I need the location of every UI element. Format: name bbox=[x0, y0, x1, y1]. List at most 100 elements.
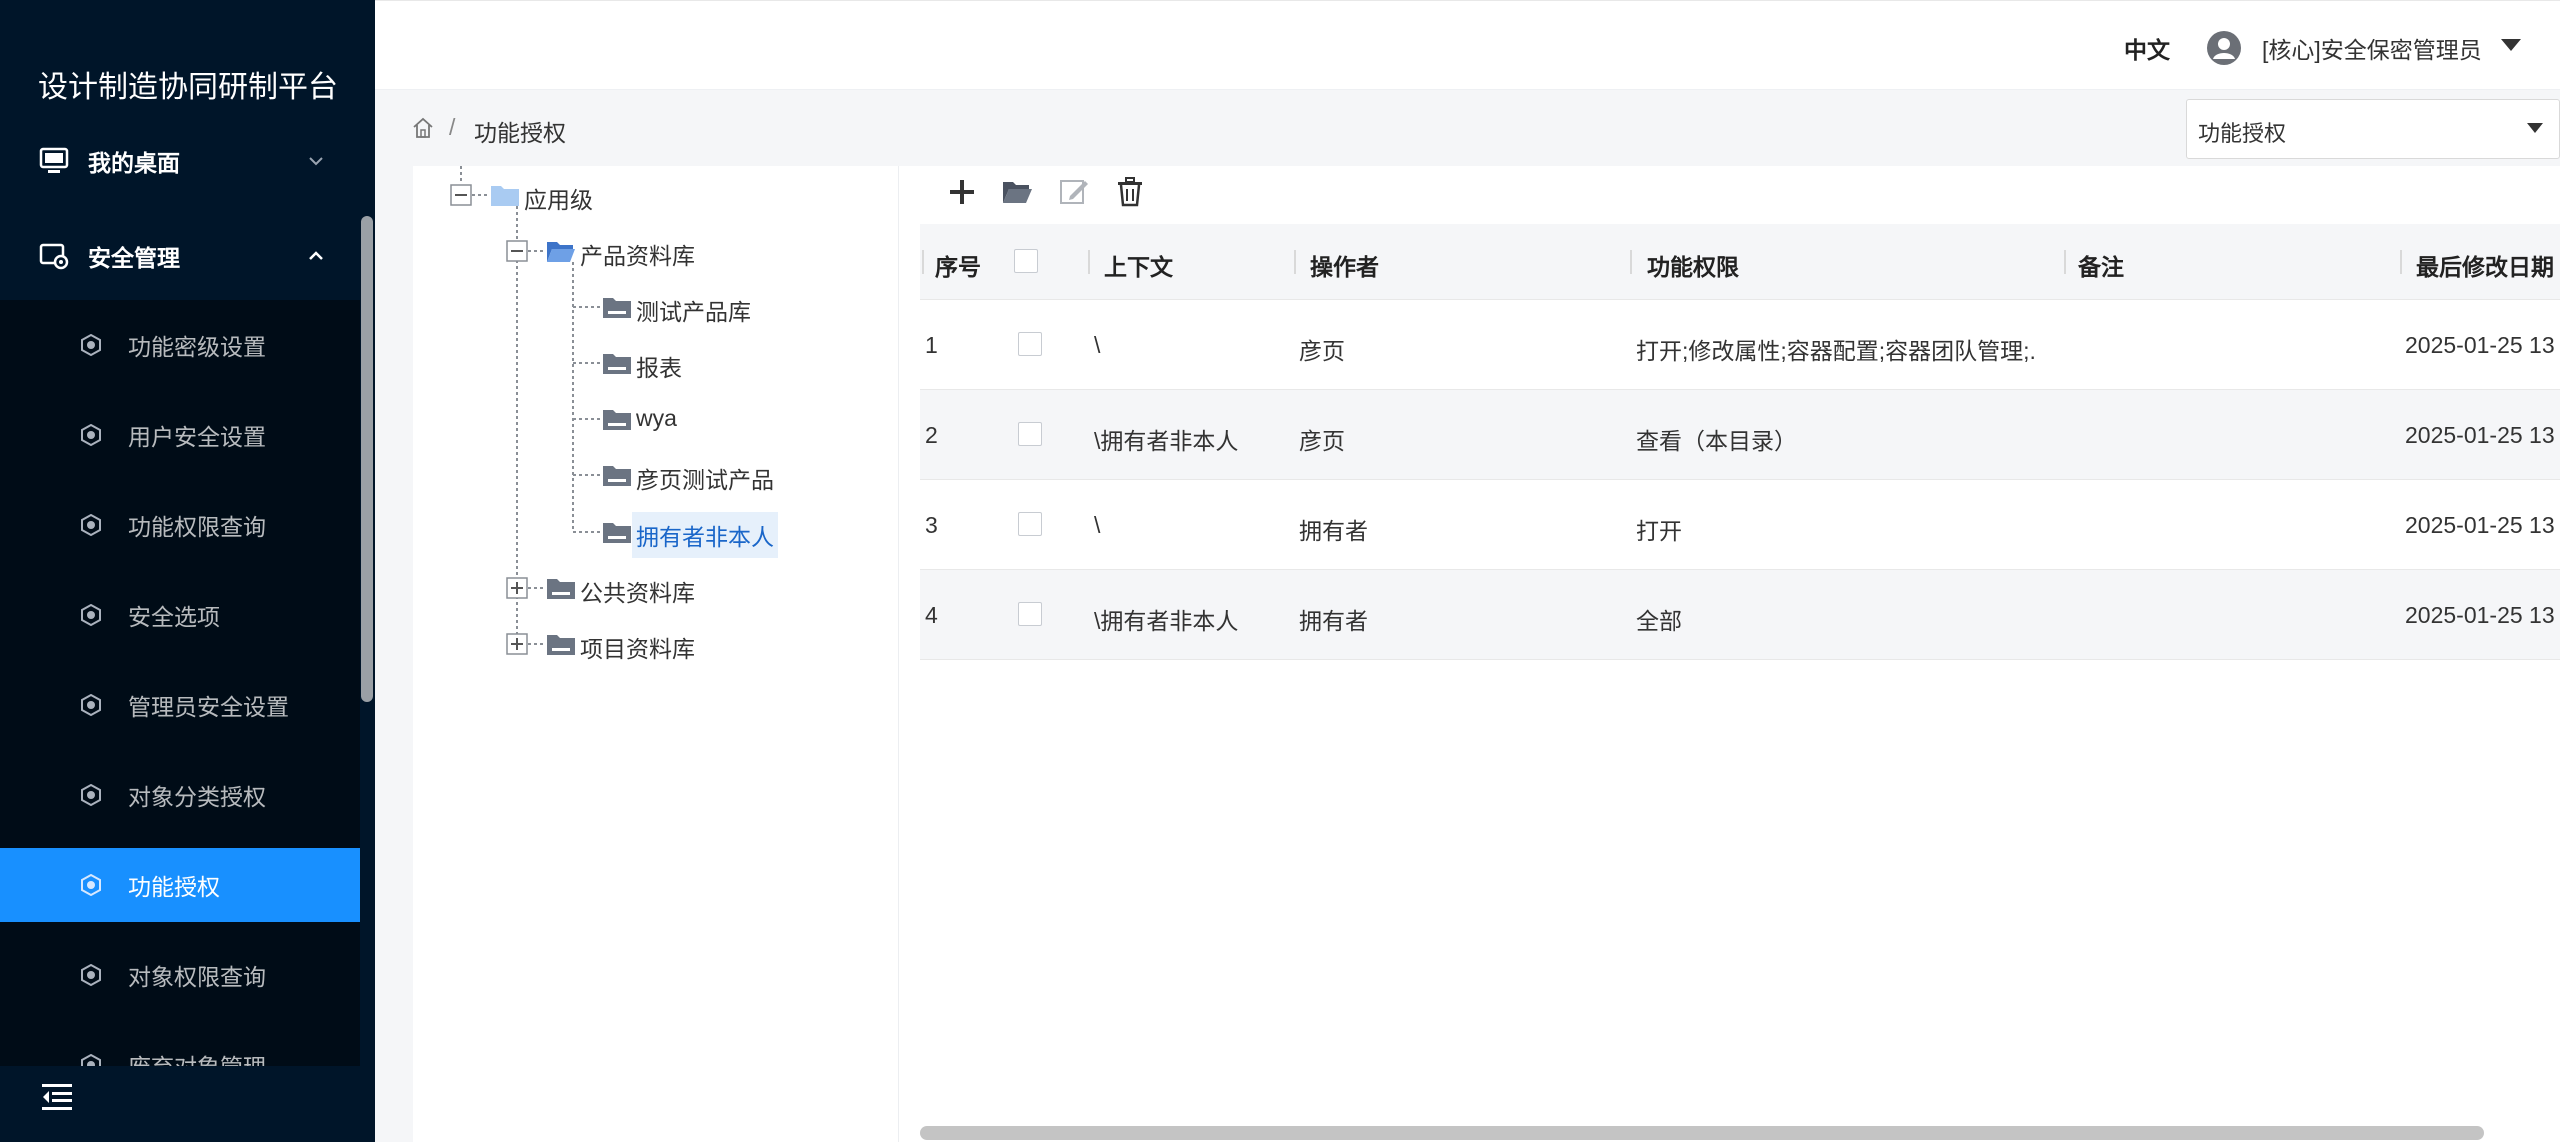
menu-group-security[interactable]: 安全管理 bbox=[0, 210, 360, 302]
row-checkbox[interactable] bbox=[1018, 422, 1042, 446]
folder-icon bbox=[603, 410, 631, 430]
column-header-index[interactable]: 序号 bbox=[935, 248, 981, 282]
collapse-icon[interactable] bbox=[506, 240, 528, 262]
column-divider bbox=[1294, 250, 1296, 274]
hexagon-icon bbox=[81, 874, 101, 896]
table-row[interactable] bbox=[920, 480, 2560, 570]
tree-node[interactable]: 测试产品库 bbox=[636, 293, 751, 327]
sidebar-item-label: 管理员安全设置 bbox=[128, 694, 289, 720]
sidebar-item-admin-security[interactable]: 管理员安全设置 bbox=[0, 668, 360, 742]
column-divider bbox=[2064, 250, 2066, 274]
edit-icon[interactable] bbox=[1058, 176, 1090, 208]
cell-permission: 查看（本目录） bbox=[1636, 428, 1797, 454]
breadcrumb-current: 功能授权 bbox=[474, 120, 566, 146]
user-avatar-icon[interactable] bbox=[2206, 30, 2242, 66]
cell-index: 3 bbox=[925, 512, 938, 538]
sidebar-item-label: 功能授权 bbox=[128, 874, 220, 900]
row-checkbox[interactable] bbox=[1018, 602, 1042, 626]
column-header-permission[interactable]: 功能权限 bbox=[1647, 248, 1739, 282]
tree-node[interactable]: 报表 bbox=[636, 349, 682, 383]
folder-icon bbox=[603, 466, 631, 486]
cell-modified: 2025-01-25 13 bbox=[2405, 512, 2555, 538]
sidebar-item-label: 对象分类授权 bbox=[128, 784, 266, 810]
caret-down-icon[interactable] bbox=[2500, 38, 2522, 52]
horizontal-scrollbar[interactable] bbox=[920, 1126, 2484, 1140]
sidebar-item-user-security[interactable]: 用户安全设置 bbox=[0, 398, 360, 472]
folder-icon bbox=[603, 523, 631, 543]
tree-node[interactable]: wya bbox=[636, 405, 677, 432]
tree-node-project-library[interactable]: 项目资料库 bbox=[580, 630, 695, 664]
folder-open-icon bbox=[547, 242, 575, 262]
sidebar-item-object-permission-query[interactable]: 对象权限查询 bbox=[0, 938, 360, 1012]
menu-group-label: 安全管理 bbox=[88, 245, 180, 271]
sidebar-item-label: 用户安全设置 bbox=[128, 424, 266, 450]
cell-operator: 彦页 bbox=[1299, 338, 1345, 364]
tree-node-selected[interactable]: 拥有者非本人 bbox=[632, 512, 778, 558]
language-switch[interactable]: 中文 bbox=[2124, 31, 2170, 65]
sidebar-item-permission-query[interactable]: 功能权限查询 bbox=[0, 488, 360, 562]
app-title: 设计制造协同研制平台 bbox=[38, 71, 338, 104]
hexagon-icon bbox=[81, 694, 101, 716]
caret-down-icon[interactable] bbox=[2526, 122, 2544, 134]
tree-node-public-library[interactable]: 公共资料库 bbox=[580, 574, 695, 608]
sidebar-item-label: 废弃对象管理 bbox=[128, 1048, 266, 1066]
cell-context: \拥有者非本人 bbox=[1094, 608, 1239, 634]
sidebar-item-label: 安全选项 bbox=[128, 604, 220, 630]
select-all-checkbox[interactable] bbox=[1014, 249, 1038, 273]
menu-group-desktop[interactable]: 我的桌面 bbox=[0, 115, 360, 207]
column-header-operator[interactable]: 操作者 bbox=[1310, 248, 1379, 282]
submenu: 功能密级设置 用户安全设置 功能权限查询 安全选项 管理员安全设置 对象分类授权… bbox=[0, 300, 360, 1066]
cell-context: \ bbox=[1094, 332, 1101, 358]
hexagon-icon bbox=[81, 424, 101, 446]
sidebar-item-label: 功能密级设置 bbox=[128, 334, 266, 360]
content-gutter bbox=[375, 166, 413, 1142]
sidebar-item-label: 功能权限查询 bbox=[128, 514, 266, 540]
tree-node[interactable]: 彦页测试产品 bbox=[636, 461, 774, 495]
sidebar-item-object-class-auth[interactable]: 对象分类授权 bbox=[0, 758, 360, 832]
security-settings-icon bbox=[39, 243, 69, 270]
sidebar-item-security-options[interactable]: 安全选项 bbox=[0, 578, 360, 652]
cell-permission: 打开;修改属性;容器配置;容器团队管理;... bbox=[1636, 338, 2036, 364]
tree-node-root[interactable]: 应用级 bbox=[524, 181, 593, 215]
cell-modified: 2025-01-25 13 bbox=[2405, 332, 2555, 358]
cell-permission: 全部 bbox=[1636, 608, 1682, 634]
sidebar-item-function-classification[interactable]: 功能密级设置 bbox=[0, 308, 360, 382]
menu-group-label: 我的桌面 bbox=[88, 150, 180, 176]
row-checkbox[interactable] bbox=[1018, 512, 1042, 536]
user-name[interactable]: [核心]安全保密管理员 bbox=[2262, 31, 2482, 65]
plus-icon[interactable] bbox=[946, 176, 978, 208]
sidebar-item-discarded-objects[interactable]: 废弃对象管理 bbox=[0, 1028, 360, 1066]
expand-icon[interactable] bbox=[506, 633, 528, 655]
chevron-up-icon bbox=[309, 251, 323, 260]
hexagon-icon bbox=[81, 604, 101, 626]
hexagon-icon bbox=[81, 334, 101, 356]
cell-operator: 拥有者 bbox=[1299, 608, 1368, 634]
column-header-modified[interactable]: 最后修改日期 bbox=[2416, 248, 2554, 282]
home-icon[interactable] bbox=[411, 116, 435, 140]
cell-operator: 拥有者 bbox=[1299, 518, 1368, 544]
row-checkbox[interactable] bbox=[1018, 332, 1042, 356]
folder-icon bbox=[603, 354, 631, 374]
collapse-icon[interactable] bbox=[450, 184, 472, 206]
sidebar-item-function-auth[interactable]: 功能授权 bbox=[0, 848, 360, 922]
column-header-context[interactable]: 上下文 bbox=[1104, 248, 1173, 282]
tree-node-product-library[interactable]: 产品资料库 bbox=[580, 237, 695, 271]
cell-modified: 2025-01-25 13 bbox=[2405, 602, 2555, 628]
breadcrumb-separator: / bbox=[449, 114, 456, 140]
column-header-note[interactable]: 备注 bbox=[2078, 248, 2124, 282]
column-divider bbox=[1088, 250, 1090, 274]
sidebar-scrollbar[interactable] bbox=[361, 216, 373, 702]
hexagon-icon bbox=[81, 1054, 101, 1066]
cell-index: 4 bbox=[925, 602, 938, 628]
folder-icon bbox=[603, 298, 631, 318]
trash-icon[interactable] bbox=[1114, 176, 1146, 208]
column-divider bbox=[1630, 250, 1632, 274]
chevron-down-icon bbox=[309, 157, 323, 166]
cell-context: \ bbox=[1094, 512, 1101, 538]
cell-index: 1 bbox=[925, 332, 938, 358]
menu-collapse-icon[interactable] bbox=[40, 1080, 74, 1114]
hexagon-icon bbox=[81, 784, 101, 806]
folder-open-icon[interactable] bbox=[1001, 176, 1033, 208]
hexagon-icon bbox=[81, 964, 101, 986]
expand-icon[interactable] bbox=[506, 577, 528, 599]
